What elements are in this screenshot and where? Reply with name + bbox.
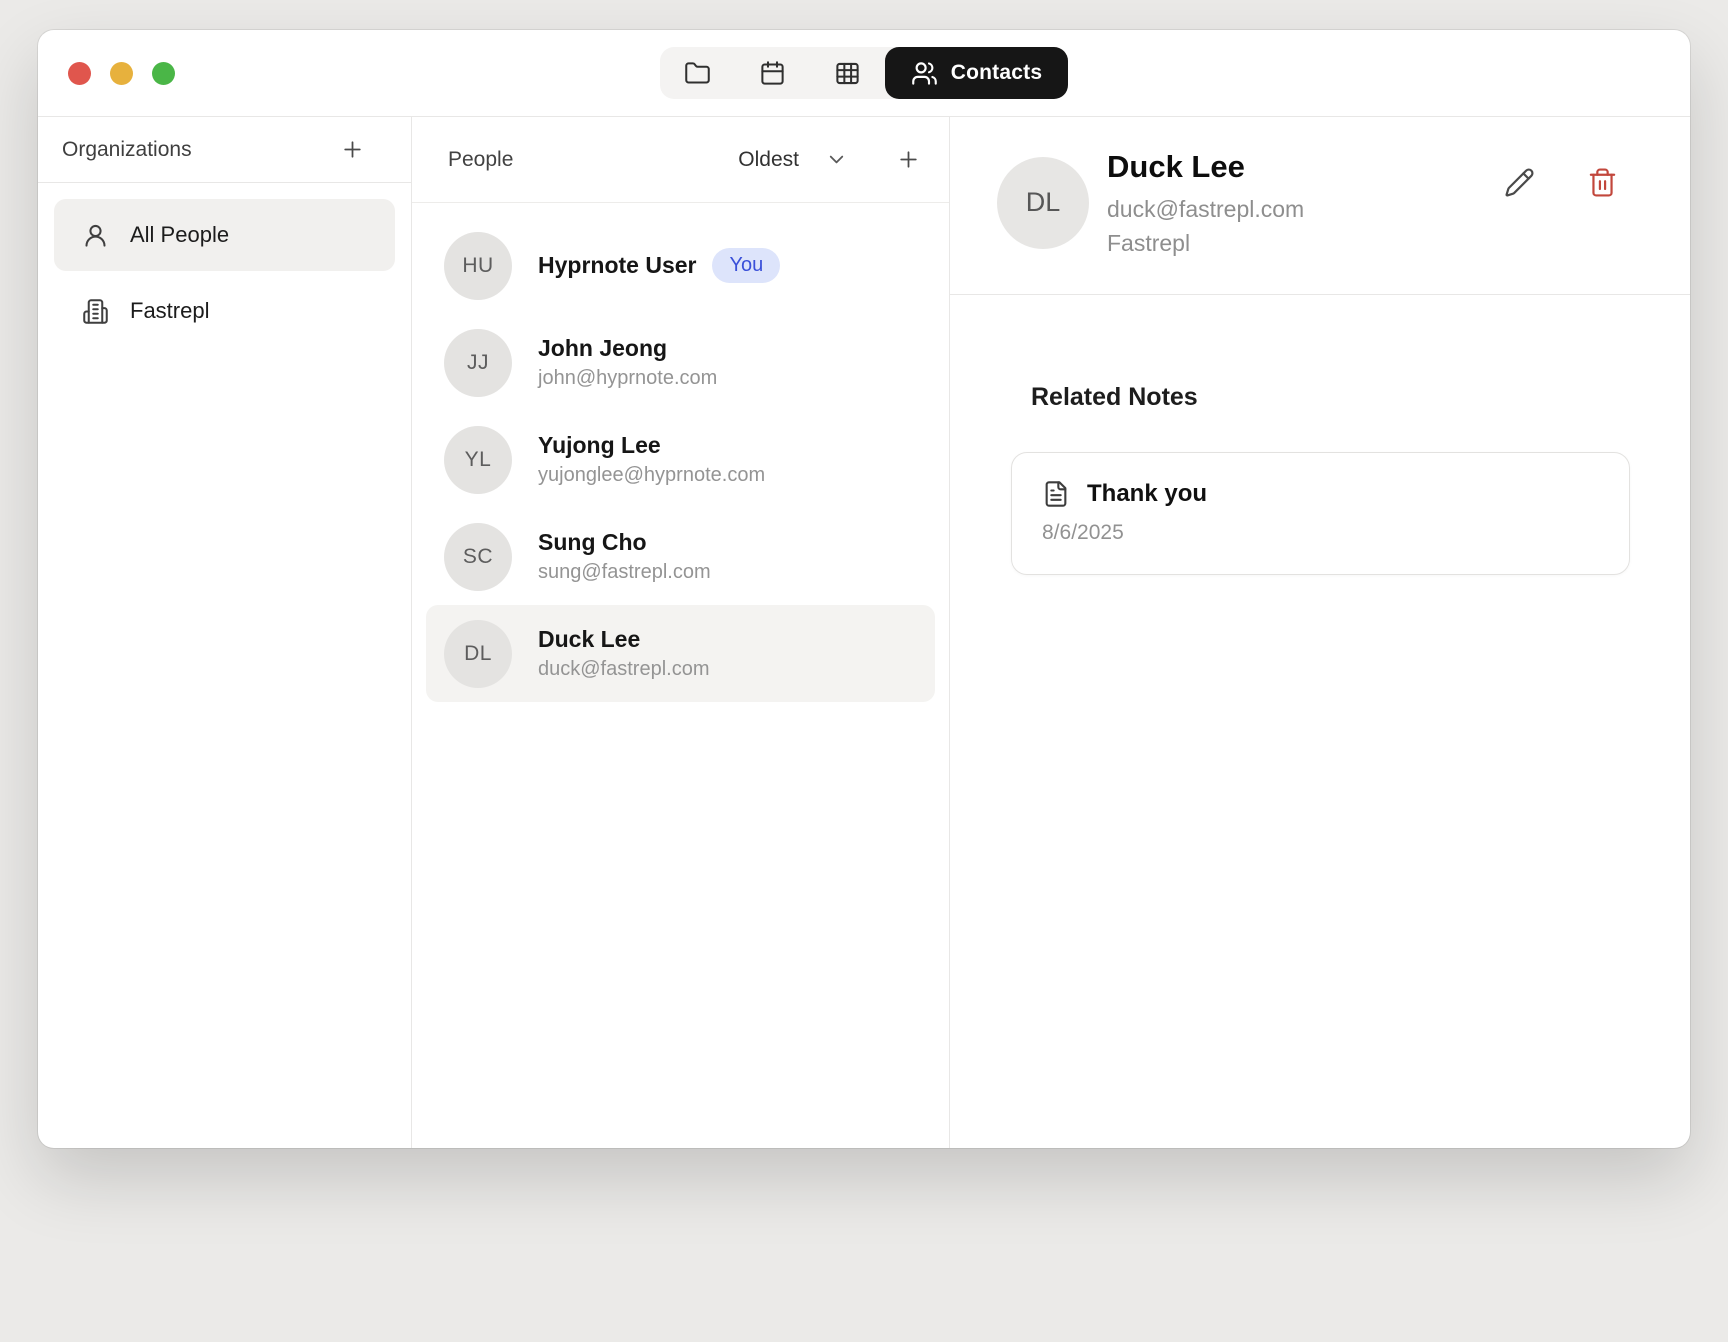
contact-actions bbox=[1504, 167, 1618, 198]
related-notes-list: Thank you 8/6/2025 bbox=[1011, 452, 1630, 575]
person-row[interactable]: DL Duck Lee duck@fastrepl.com bbox=[426, 605, 935, 702]
add-person-button[interactable] bbox=[896, 147, 921, 172]
table-icon bbox=[834, 60, 861, 87]
person-row[interactable]: YL Yujong Lee yujonglee@hyprnote.com bbox=[426, 411, 935, 508]
tab-table[interactable] bbox=[810, 47, 885, 99]
tab-notes[interactable] bbox=[660, 47, 735, 99]
users-icon bbox=[911, 60, 938, 87]
tab-contacts-label: Contacts bbox=[951, 61, 1042, 85]
note-card[interactable]: Thank you 8/6/2025 bbox=[1011, 452, 1630, 575]
contact-name: Duck Lee bbox=[1107, 149, 1304, 185]
sidebar-item-label: Fastrepl bbox=[130, 298, 209, 324]
person-row[interactable]: SC Sung Cho sung@fastrepl.com bbox=[426, 508, 935, 605]
person-email: john@hyprnote.com bbox=[538, 367, 717, 390]
people-title: People bbox=[448, 148, 513, 172]
building-icon bbox=[82, 298, 109, 325]
avatar: SC bbox=[444, 523, 512, 591]
add-organization-button[interactable] bbox=[340, 137, 365, 162]
folder-icon bbox=[684, 60, 711, 87]
avatar: JJ bbox=[444, 329, 512, 397]
pencil-icon bbox=[1504, 167, 1535, 198]
sidebar-item-all-people[interactable]: All People bbox=[54, 199, 395, 271]
delete-contact-button[interactable] bbox=[1587, 167, 1618, 198]
note-date: 8/6/2025 bbox=[1042, 521, 1599, 545]
avatar: HU bbox=[444, 232, 512, 300]
plus-icon bbox=[340, 137, 365, 162]
person-name: Sung Cho bbox=[538, 529, 647, 556]
close-button[interactable] bbox=[68, 62, 91, 85]
people-header: People Oldest bbox=[412, 117, 949, 203]
organizations-title: Organizations bbox=[62, 138, 192, 162]
person-row[interactable]: JJ John Jeong john@hyprnote.com bbox=[426, 314, 935, 411]
tab-calendar[interactable] bbox=[735, 47, 810, 99]
person-email: yujonglee@hyprnote.com bbox=[538, 464, 765, 487]
minimize-button[interactable] bbox=[110, 62, 133, 85]
person-email: duck@fastrepl.com bbox=[538, 658, 709, 681]
sidebar-item-label: All People bbox=[130, 222, 229, 248]
sort-dropdown[interactable]: Oldest bbox=[738, 148, 848, 172]
file-text-icon bbox=[1042, 480, 1070, 508]
person-name: Yujong Lee bbox=[538, 432, 661, 459]
organizations-sidebar: Organizations All People Fastrepl bbox=[38, 117, 412, 1148]
user-icon bbox=[82, 222, 109, 249]
edit-contact-button[interactable] bbox=[1504, 167, 1535, 198]
sort-label: Oldest bbox=[738, 148, 799, 172]
avatar: YL bbox=[444, 426, 512, 494]
contact-detail-panel: DL Duck Lee duck@fastrepl.com Fastrepl bbox=[950, 117, 1690, 1148]
organizations-list: All People Fastrepl bbox=[38, 183, 411, 363]
avatar: DL bbox=[997, 157, 1089, 249]
zoom-button[interactable] bbox=[152, 62, 175, 85]
plus-icon bbox=[896, 147, 921, 172]
avatar: DL bbox=[444, 620, 512, 688]
person-email: sung@fastrepl.com bbox=[538, 561, 711, 584]
person-name: Duck Lee bbox=[538, 626, 640, 653]
contact-detail-body: Related Notes Thank you 8/6/2025 bbox=[950, 295, 1690, 575]
app-window: Contacts Organizations All People bbox=[38, 30, 1690, 1148]
window-controls bbox=[68, 30, 175, 116]
view-switcher: Contacts bbox=[660, 47, 1068, 99]
sidebar-item-fastrepl[interactable]: Fastrepl bbox=[54, 275, 395, 347]
organizations-header: Organizations bbox=[38, 117, 411, 183]
person-name: John Jeong bbox=[538, 335, 667, 362]
you-badge: You bbox=[712, 248, 780, 283]
note-title: Thank you bbox=[1087, 480, 1207, 508]
contact-email: duck@fastrepl.com bbox=[1107, 196, 1304, 223]
titlebar: Contacts bbox=[38, 30, 1690, 117]
person-row[interactable]: HU Hyprnote User You bbox=[426, 217, 935, 314]
calendar-icon bbox=[759, 60, 786, 87]
trash-icon bbox=[1587, 167, 1618, 198]
contact-organization: Fastrepl bbox=[1107, 230, 1304, 257]
related-notes-title: Related Notes bbox=[1031, 383, 1630, 412]
person-name: Hyprnote User bbox=[538, 252, 696, 279]
people-list: HU Hyprnote User You JJ John Jeong john@… bbox=[412, 203, 949, 716]
chevron-down-icon bbox=[825, 148, 848, 171]
main-area: Organizations All People Fastrepl People bbox=[38, 117, 1690, 1148]
tab-contacts[interactable]: Contacts bbox=[885, 47, 1068, 99]
people-column: People Oldest HU Hyprnote User You bbox=[412, 117, 950, 1148]
contact-detail-header: DL Duck Lee duck@fastrepl.com Fastrepl bbox=[950, 117, 1690, 295]
